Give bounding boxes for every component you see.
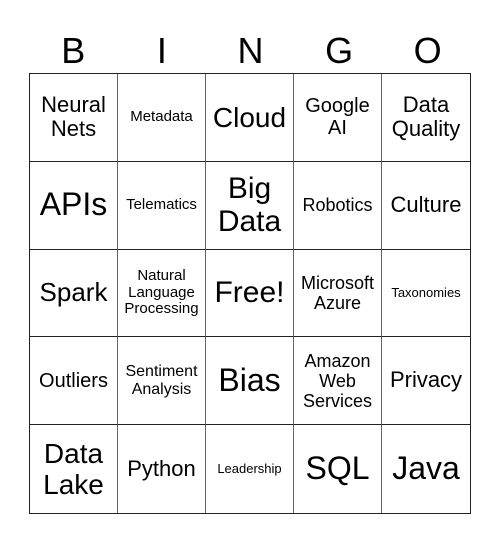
bingo-cell[interactable]: Data Lake — [30, 425, 118, 513]
bingo-cell[interactable]: Natural Language Processing — [118, 249, 206, 338]
bingo-cell[interactable]: Java — [382, 425, 470, 513]
bingo-cell[interactable]: Data Quality — [382, 74, 470, 162]
bingo-cell[interactable]: Amazon Web Services — [294, 337, 382, 426]
bingo-cell[interactable]: Privacy — [382, 337, 470, 426]
bingo-cell[interactable]: Telematics — [118, 161, 206, 250]
bingo-cell[interactable]: Robotics — [294, 161, 382, 250]
header-letter-i: I — [156, 30, 167, 71]
bingo-cell[interactable]: Taxonomies — [382, 250, 470, 338]
bingo-cell[interactable]: Bias — [206, 337, 294, 426]
bingo-cell[interactable]: Metadata — [118, 74, 206, 162]
bingo-cell[interactable]: APIs — [30, 161, 118, 250]
bingo-cell[interactable]: Leadership — [206, 425, 294, 513]
bingo-cell[interactable]: Neural Nets — [30, 74, 118, 162]
bingo-cell[interactable]: Sentiment Analysis — [118, 337, 206, 426]
bingo-cell[interactable]: Google AI — [294, 74, 382, 162]
header-letter-b: B — [61, 30, 86, 71]
bingo-cell[interactable]: Cloud — [206, 74, 294, 162]
bingo-cell[interactable]: Culture — [382, 162, 470, 250]
bingo-cell[interactable]: SQL — [294, 425, 382, 513]
bingo-grid: Neural Nets Metadata Cloud Google AI Dat… — [29, 73, 471, 514]
header-letter-g: G — [325, 30, 354, 71]
bingo-cell[interactable]: Python — [118, 425, 206, 513]
bingo-cell[interactable]: Spark — [30, 249, 118, 338]
header-letter-o: O — [413, 30, 442, 71]
bingo-cell[interactable]: Big Data — [206, 161, 294, 250]
bingo-cell-free[interactable]: Free! — [206, 249, 294, 338]
bingo-cell[interactable]: Outliers — [30, 337, 118, 426]
header-letter-n: N — [237, 30, 264, 71]
bingo-cell[interactable]: Microsoft Azure — [294, 249, 382, 338]
bingo-header: B I N G O — [29, 30, 472, 72]
